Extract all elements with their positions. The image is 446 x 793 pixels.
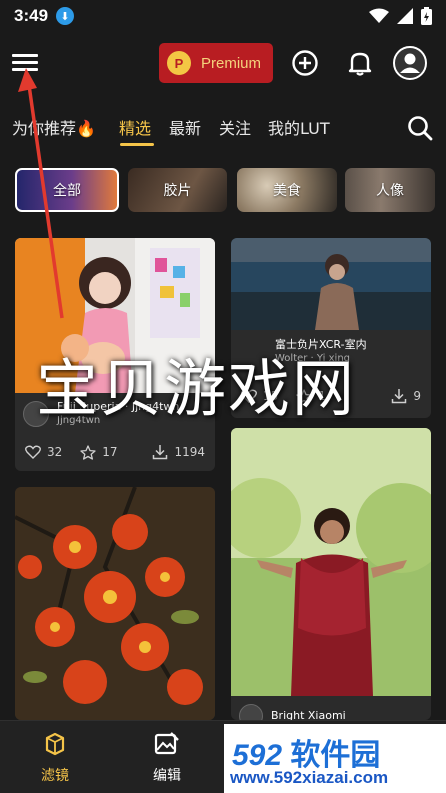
category-all[interactable]: 全部: [15, 168, 119, 212]
site-watermark: 592 软件园 www.592xiazai.com: [224, 724, 446, 793]
app-header: P Premium: [0, 38, 446, 92]
nav-label: 滤镜: [41, 768, 69, 784]
bell-icon[interactable]: [345, 48, 375, 78]
battery-icon: [421, 7, 432, 25]
like-stat[interactable]: 32: [25, 445, 62, 459]
author-avatar[interactable]: [239, 704, 263, 720]
feed-tabs: 为你推荐🔥 精选 最新 关注 我的LUT: [0, 110, 446, 150]
menu-icon: [12, 54, 38, 57]
search-icon[interactable]: [406, 114, 434, 142]
download-icon: [392, 389, 407, 404]
image-edit-icon: [154, 732, 179, 755]
wifi-icon: [369, 8, 389, 23]
tab-my-lut[interactable]: 我的LUT: [268, 115, 330, 139]
category-food[interactable]: 美食: [237, 168, 337, 212]
category-label: 美食: [273, 183, 301, 199]
download-status-icon: ⬇: [56, 7, 75, 25]
tab-featured[interactable]: 精选: [119, 115, 151, 139]
filter-icon: [45, 732, 65, 756]
tab-latest[interactable]: 最新: [169, 115, 201, 139]
nav-label: 编辑: [153, 768, 181, 784]
menu-button[interactable]: [12, 50, 42, 80]
tab-recommended[interactable]: 为你推荐🔥: [12, 115, 96, 139]
card-photo: [231, 428, 431, 696]
lut-card[interactable]: [15, 487, 215, 720]
watermark-url: www.592xiazai.com: [230, 768, 389, 787]
premium-logo-icon: P: [167, 51, 191, 75]
tab-following[interactable]: 关注: [219, 115, 251, 139]
signal-icon: [397, 8, 413, 24]
author-row: Bright Xiaomi: [239, 704, 346, 720]
download-count: 1194: [174, 445, 205, 459]
download-stat[interactable]: 1194: [152, 444, 205, 460]
heart-icon: [25, 445, 41, 459]
profile-avatar-icon[interactable]: [393, 46, 427, 80]
card-stats: 32 17 1194: [25, 442, 205, 462]
card-photo: [15, 487, 215, 720]
download-icon: [153, 445, 168, 460]
category-label: 人像: [376, 183, 404, 199]
category-film[interactable]: 胶片: [128, 168, 227, 212]
premium-label: Premium: [201, 54, 262, 72]
tab-active-indicator: [120, 143, 154, 146]
star-count: 17: [102, 445, 118, 459]
star-stat[interactable]: 17: [80, 444, 118, 460]
lut-card[interactable]: Bright Xiaomi: [231, 428, 431, 720]
category-label: 全部: [53, 183, 81, 199]
category-portrait[interactable]: 人像: [345, 168, 435, 212]
card-title: Bright Xiaomi: [271, 709, 346, 720]
category-label: 胶片: [163, 183, 192, 199]
status-time: 3:49: [14, 6, 49, 25]
card-photo: [231, 238, 431, 330]
star-icon: [80, 444, 96, 460]
like-count: 32: [47, 445, 63, 459]
watermark-text: 宝贝游戏网: [36, 352, 357, 425]
nav-edit[interactable]: 编辑: [132, 731, 202, 785]
download-count: 9: [413, 389, 421, 403]
status-bar: 3:49 ⬇: [0, 0, 446, 32]
add-icon[interactable]: [290, 48, 320, 78]
nav-filters[interactable]: 滤镜: [20, 731, 90, 785]
download-stat[interactable]: 9: [391, 388, 421, 404]
premium-button[interactable]: P Premium: [159, 43, 273, 83]
